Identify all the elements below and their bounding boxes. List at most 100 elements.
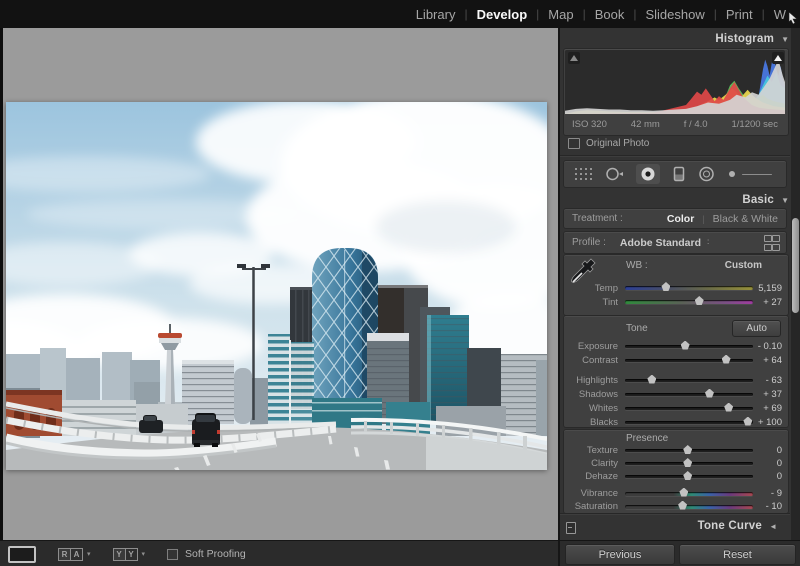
original-photo-checkbox[interactable] [568,138,580,149]
slider-thumb[interactable] [647,374,657,384]
module-tab-map[interactable]: Map [548,7,573,22]
slider-value: 5,159 [758,282,782,294]
tool-strip [563,160,787,188]
texture-slider[interactable] [625,445,753,454]
module-tab-develop[interactable]: Develop [477,7,528,22]
panel-scrollbar[interactable] [791,28,800,540]
histogram-chart[interactable] [565,50,785,114]
crop-overlay-icon[interactable] [574,167,592,181]
adjustment-brush-icon[interactable] [728,169,736,179]
slider-row-dehaze: Dehaze 0 [564,470,788,483]
original-photo-row: Original Photo [568,138,649,149]
treatment-bw-option[interactable]: Black & White [713,213,778,225]
contrast-slider[interactable] [625,354,753,364]
previous-button[interactable]: Previous [565,544,675,565]
before-after-leftright-button[interactable]: R A ▾ [58,547,91,561]
tone-curve-header-row[interactable]: Tone Curve ◄ [560,516,790,538]
module-tab-book[interactable]: Book [595,7,625,22]
split-right-box: Y [125,547,138,561]
slider-thumb[interactable] [683,445,693,454]
exif-info-row: ISO 320 42 mm f / 4.0 1/1200 sec [565,115,785,133]
reset-button[interactable]: Reset [679,544,796,565]
soft-proofing-checkbox[interactable] [167,548,179,560]
module-tab-slideshow[interactable]: Slideshow [645,7,704,22]
slider-row-temp: Temp 5,159 [564,281,788,295]
dropdown-toggle-icon[interactable]: ∶ [707,237,709,248]
slider-row-blacks: Blacks + 100 [564,415,788,429]
collapse-triangle-icon[interactable]: ◄ [769,522,777,531]
loupe-view-icon[interactable] [8,545,36,563]
slider-thumb[interactable] [743,416,753,426]
slider-thumb[interactable] [678,500,688,510]
shadow-clipping-indicator[interactable] [568,52,580,64]
tint-slider[interactable] [625,296,753,305]
collapse-triangle-icon[interactable]: ▼ [781,196,789,205]
slider-label: Whites [588,402,618,414]
saturation-slider[interactable] [625,500,753,510]
slider-label: Texture [586,445,618,456]
slider-row-texture: Texture 0 [564,444,788,457]
chevron-down-icon[interactable]: ▾ [87,550,91,558]
slider-row-highlights: Highlights - 63 [564,373,788,387]
highlights-slider[interactable] [625,374,753,384]
slider-row-tint: Tint + 27 [564,295,788,309]
before-after-splitscreen-button[interactable]: Y Y ▾ [112,547,146,561]
tone-curve-panel-header[interactable]: Tone Curve [698,520,762,532]
profile-value-dropdown[interactable]: Adobe Standard [620,237,701,249]
exposure-slider[interactable] [625,340,753,350]
dehaze-slider[interactable] [625,471,753,480]
exif-shutter: 1/1200 sec [731,118,778,130]
collapse-triangle-icon[interactable]: ▼ [781,35,789,44]
slider-thumb[interactable] [661,282,671,291]
red-eye-icon[interactable] [636,164,660,184]
wb-preset-dropdown[interactable]: Custom [725,260,762,271]
menu-separator: | [582,7,586,21]
temp-slider[interactable] [625,282,753,291]
slider-thumb[interactable] [721,354,731,364]
lightroom-develop-window: Library | Develop | Map | Book | Slideshow | Print… [0,0,800,566]
clarity-slider[interactable] [625,458,753,467]
slider-label: Tint [602,296,618,308]
slider-thumb[interactable] [683,458,693,467]
slider-thumb[interactable] [694,296,704,305]
slider-label: Blacks [590,416,618,428]
radial-filter-icon[interactable] [698,166,715,182]
module-tab-w[interactable]: W [774,7,786,22]
spot-removal-icon[interactable] [605,166,623,182]
module-tab-print[interactable]: Print [726,7,753,22]
whites-slider[interactable] [625,402,753,412]
auto-tone-button[interactable]: Auto [732,320,781,337]
slider-row-contrast: Contrast + 64 [564,353,788,367]
develop-right-panel: Histogram ▼ ISO 320 42 mm f / 4.0 1/1200… [558,28,800,540]
bottom-toolbar: R A ▾ Y Y ▾ Soft Proofing [0,540,558,566]
profile-browser-grid-icon[interactable] [764,234,780,251]
slider-thumb[interactable] [679,487,689,497]
panel-switch-icon[interactable] [566,522,576,534]
histogram-box: ISO 320 42 mm f / 4.0 1/1200 sec [563,48,789,136]
histogram-panel-header[interactable]: Histogram [715,33,774,45]
chevron-down-icon[interactable]: ▾ [142,550,146,558]
slider-thumb[interactable] [683,471,693,480]
exif-iso: ISO 320 [572,118,607,130]
highlight-clipping-indicator[interactable] [772,52,784,64]
photo-canvas[interactable] [6,102,547,470]
blacks-slider[interactable] [625,416,753,426]
menu-separator: | [464,7,468,21]
graduated-filter-icon[interactable] [673,166,685,182]
vibrance-slider[interactable] [625,487,753,497]
soft-proofing-label[interactable]: Soft Proofing [185,548,246,560]
treatment-separator: | [702,213,705,224]
menu-separator: | [761,7,765,21]
slider-thumb[interactable] [724,402,734,412]
module-tab-library[interactable]: Library [416,7,456,22]
slider-thumb[interactable] [704,388,714,398]
shadows-slider[interactable] [625,388,753,398]
scrollbar-thumb[interactable] [792,218,799,313]
slider-thumb[interactable] [680,340,690,350]
after-box: A [71,547,83,561]
treatment-color-option[interactable]: Color [667,213,694,225]
slider-row-whites: Whites + 69 [564,401,788,415]
cursor-icon [788,12,798,24]
basic-panel-header[interactable]: Basic [742,194,774,206]
brush-size-line [742,173,772,175]
